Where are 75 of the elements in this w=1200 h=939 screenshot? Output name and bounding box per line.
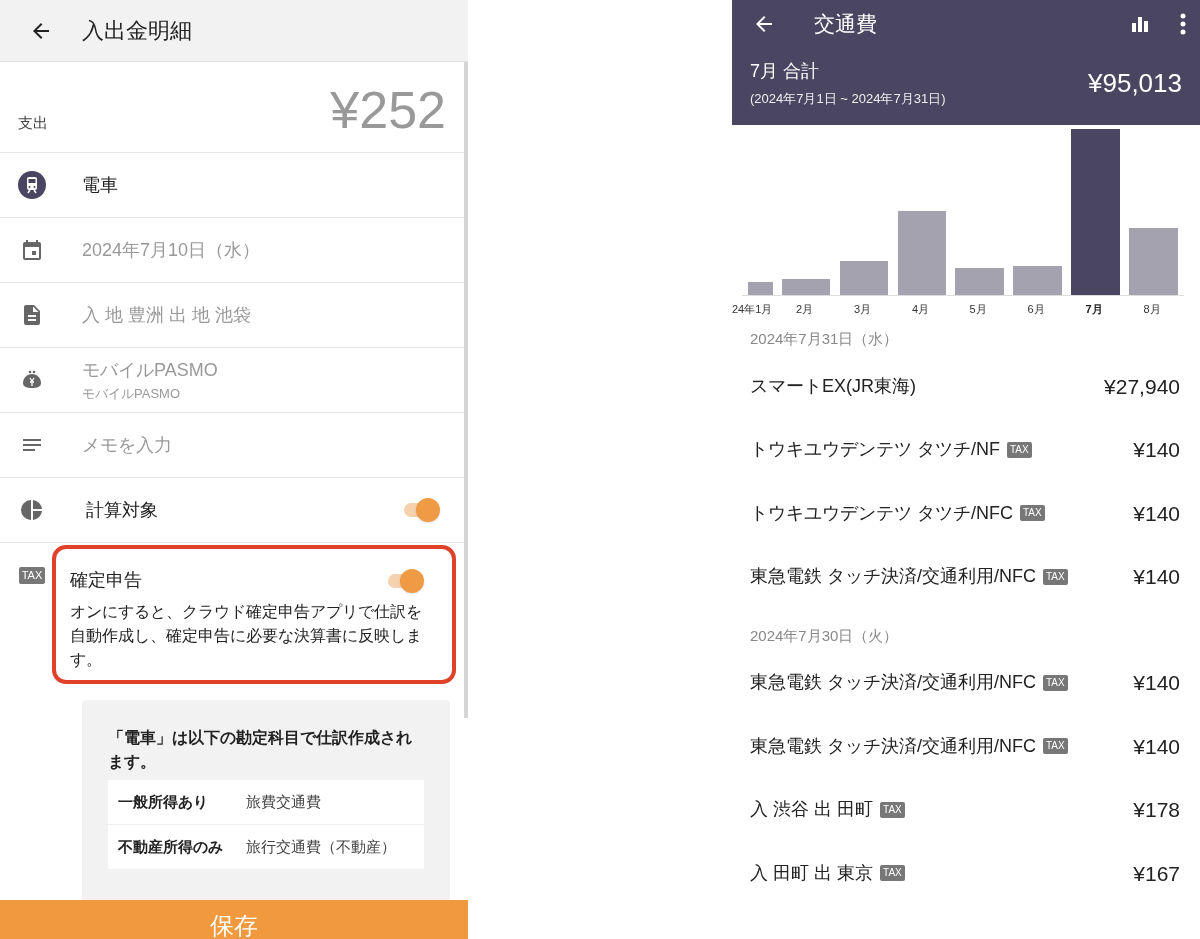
transaction-amount: ¥140 <box>1133 564 1180 590</box>
transaction-name: 入 渋谷 出 田町 <box>750 798 873 822</box>
amount-text: ¥252 <box>330 84 446 136</box>
transaction-name: 入 田町 出 東京 <box>750 861 873 885</box>
field-subtext: モバイルPASMO <box>82 384 181 403</box>
transaction-name: 東急電鉄 タッチ決済/交通利用/NFC <box>750 734 1036 758</box>
transaction-row[interactable]: スマートEX(JR東海) ¥27,940 <box>750 354 1180 418</box>
transaction-amount: ¥140 <box>1133 733 1180 760</box>
transaction-amount: ¥140 <box>1133 437 1180 463</box>
train-icon <box>18 171 46 199</box>
transaction-row[interactable]: 東急電鉄 タッチ決済/交通利用/NFC TAX ¥140 <box>750 545 1180 609</box>
transaction-row[interactable]: 東急電鉄 タッチ決済/交通利用/NFC TAX ¥140 <box>750 714 1180 778</box>
toggle-label: 確定申告 <box>70 569 142 592</box>
transaction-row[interactable]: トウキユウデンテツ タツチ/NF TAX ¥140 <box>750 418 1180 482</box>
field-value[interactable]: 電車 <box>82 171 118 199</box>
axis-label: 4月 <box>912 302 930 317</box>
date-header: 2024年7月30日（火） <box>750 625 900 646</box>
period-label: 7月 合計 <box>750 60 820 83</box>
memo-field[interactable]: メモを入力 <box>82 431 422 459</box>
tax-badge: TAX <box>1020 505 1045 522</box>
transaction-type: 支出 <box>18 112 48 133</box>
calendar-icon <box>20 238 44 262</box>
toggle-label: 計算対象 <box>86 498 158 522</box>
axis-label: 24年1月 <box>732 302 773 317</box>
transaction-name: 東急電鉄 タッチ決済/交通利用/NFC <box>750 671 1036 695</box>
tax-badge: TAX <box>1043 738 1068 755</box>
bar-chart-icon[interactable] <box>1130 14 1150 34</box>
transaction-amount: ¥140 <box>1133 500 1180 527</box>
toggle-description: オンにすると、クラウド確定申告アプリで仕訳を自動作成し、確定申告に必要な決算書に反映します。 <box>70 602 423 670</box>
transaction-amount: ¥178 <box>1133 797 1180 823</box>
date-header: 2024年7月31日（水） <box>750 329 900 349</box>
chart-bar[interactable] <box>955 268 1004 295</box>
account-intro: 「電車」は以下の勘定科目で仕訳作成されます。 <box>108 728 413 772</box>
axis-label: 7月 <box>1085 302 1103 317</box>
chart-bar[interactable] <box>840 261 888 295</box>
transaction-name: スマートEX(JR東海) <box>750 374 916 398</box>
total-amount: ¥95,013 <box>1088 66 1182 100</box>
table-cell-text: 一般所得あり <box>118 792 209 812</box>
transaction-amount: ¥140 <box>1133 670 1180 696</box>
more-icon[interactable] <box>1180 13 1186 35</box>
table-cell-text: 旅行交通費（不動産） <box>246 837 397 857</box>
screen-title: 交通費 <box>814 11 878 38</box>
axis-label: 3月 <box>854 302 872 317</box>
toggle-switch[interactable] <box>404 498 440 522</box>
toggle-switch[interactable] <box>388 568 424 593</box>
transaction-row[interactable]: 入 渋谷 出 田町 TAX ¥178 <box>750 778 1180 842</box>
transaction-amount: ¥167 <box>1133 860 1180 887</box>
tax-badge: TAX <box>880 865 905 882</box>
tax-badge: TAX <box>18 567 46 584</box>
tax-badge: TAX <box>1043 568 1068 585</box>
axis-label: 6月 <box>1027 302 1045 317</box>
transaction-row[interactable]: 入 田町 出 東京 TAX ¥167 <box>750 841 1180 905</box>
chart-bar[interactable] <box>898 211 946 295</box>
transaction-name: 東急電鉄 タッチ決済/交通利用/NFC <box>750 565 1036 589</box>
chart-bar[interactable] <box>1129 228 1178 295</box>
transaction-amount: ¥27,940 <box>1104 373 1180 400</box>
chart-bar[interactable] <box>1071 129 1120 295</box>
axis-label: 2月 <box>796 302 814 317</box>
transaction-name: トウキユウデンテツ タツチ/NFC <box>750 501 1013 525</box>
tax-badge: TAX <box>880 801 905 818</box>
table-cell-text: 不動産所得のみ <box>118 837 224 857</box>
chart-bar[interactable] <box>782 279 830 295</box>
chart-bar[interactable] <box>748 282 773 295</box>
date-range: (2024年7月1日 ~ 2024年7月31日) <box>750 90 946 108</box>
transaction-row[interactable]: 東急電鉄 タッチ決済/交通利用/NFC TAX ¥140 <box>750 651 1180 715</box>
axis-label: 8月 <box>1143 302 1161 317</box>
tax-badge: TAX <box>1007 441 1032 458</box>
tax-badge: TAX <box>1043 674 1068 691</box>
transaction-row[interactable]: トウキユウデンテツ タツチ/NFC TAX ¥140 <box>750 481 1180 545</box>
pie-chart-icon <box>20 498 44 522</box>
screen-title: 入出金明細 <box>82 17 192 45</box>
chart-bar[interactable] <box>1013 266 1062 295</box>
transaction-name: トウキユウデンテツ タツチ/NF <box>750 438 1000 462</box>
table-cell-text: 旅費交通費 <box>246 792 322 812</box>
axis-label: 5月 <box>969 302 987 317</box>
